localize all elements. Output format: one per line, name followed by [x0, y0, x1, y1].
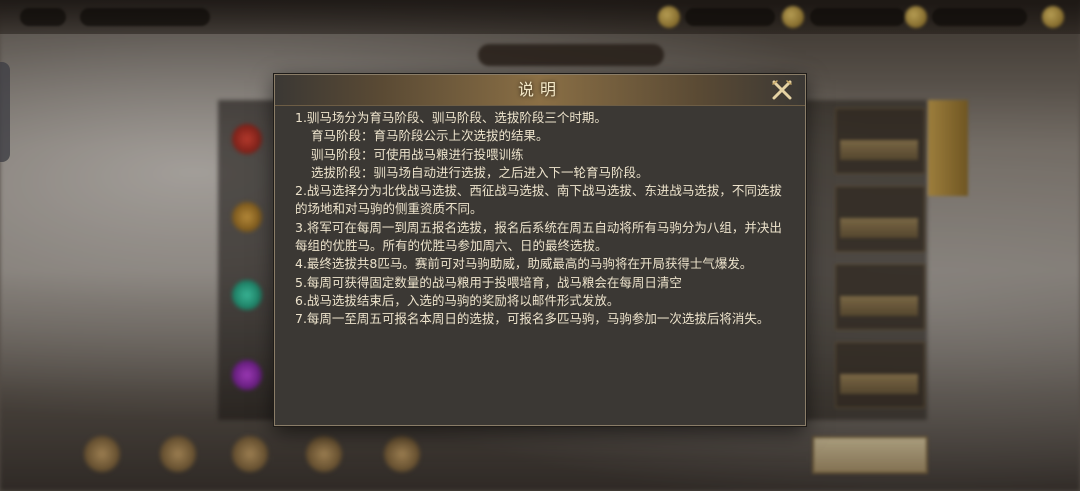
- description-line: 育马阶段：育马阶段公示上次选拔的结果。: [311, 128, 549, 144]
- close-button[interactable]: [769, 79, 795, 101]
- description-line: 1.驯马场分为育马阶段、驯马阶段、选拔阶段三个时期。: [295, 110, 607, 125]
- description-line: 4.最终选拔共8匹马。赛前可对马驹助威，助威最高的马驹将在开局获得士气爆发。: [295, 256, 753, 272]
- description-line: 驯马阶段：可使用战马粮进行投喂训练: [311, 146, 524, 162]
- dialog-body: 1.驯马场分为育马阶段、驯马阶段、选拔阶段三个时期。育马阶段：育马阶段公示上次选…: [295, 109, 789, 329]
- description-line: 2.战马选择分为北伐战马选拔、西征战马选拔、南下战马选拔、东进战马选拔，不同选拔…: [295, 183, 782, 217]
- dialog-title: 说明: [517, 80, 562, 99]
- description-line: 选拔阶段：驯马场自动进行选拔，之后进入下一轮育马阶段。: [311, 164, 649, 180]
- description-line: 5.每周可获得固定数量的战马粮用于投喂培育，战马粮会在每周日清空: [295, 274, 682, 290]
- instructions-dialog: 说明 1.驯马场分为育马阶段、驯马阶段、选拔阶段三个时期。育马阶段：育马阶段公示…: [274, 74, 806, 426]
- description-line: 3.将军可在每周一到周五报名选拔，报名后系统在周五自动将所有马驹分为八组，并决出…: [295, 219, 782, 254]
- description-line: 7.每周一至周五可报名本周日的选拔，可报名多匹马驹，马驹参加一次选拔后将消失。: [295, 311, 770, 327]
- close-x-icon: [772, 80, 792, 100]
- description-line: 6.战马选拔结束后，入选的马驹的奖励将以邮件形式发放。: [295, 292, 620, 308]
